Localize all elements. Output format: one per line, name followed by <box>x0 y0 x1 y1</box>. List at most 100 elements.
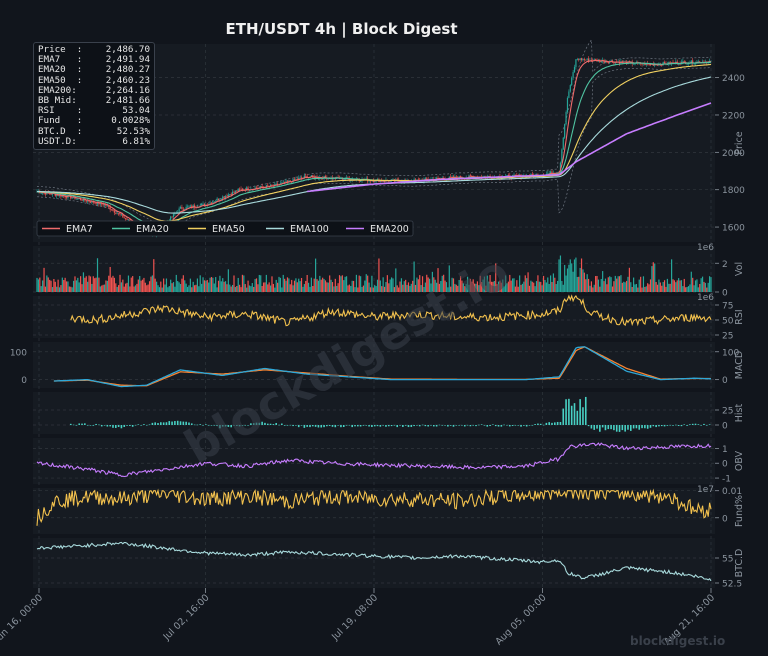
volume-bar <box>338 275 341 292</box>
volume-bar <box>590 281 592 292</box>
volume-bar <box>708 276 711 292</box>
price-candle <box>569 85 571 92</box>
macd-histogram-bar <box>331 425 334 427</box>
volume-bar <box>212 277 214 292</box>
volume-bar <box>103 284 106 292</box>
panel-hist-tick-label: 0 <box>722 422 728 432</box>
volume-bar <box>324 280 327 292</box>
macd-histogram-bar <box>357 425 359 427</box>
volume-bar <box>378 258 380 292</box>
macd-histogram-bar <box>92 425 95 426</box>
volume-bar <box>274 287 276 292</box>
macd-histogram-bar <box>587 425 590 427</box>
volume-bar <box>360 276 362 292</box>
macd-histogram-bar <box>340 425 342 428</box>
price-candle <box>126 218 128 220</box>
price-candle <box>109 207 111 210</box>
macd-histogram-bar <box>112 425 114 428</box>
volume-bar <box>298 278 300 292</box>
price-candle <box>125 218 127 219</box>
macd-histogram-bar <box>472 424 475 426</box>
volume-bar <box>386 275 388 292</box>
volume-bar <box>707 282 709 292</box>
volume-bar <box>352 280 355 292</box>
volume-bar <box>161 287 163 292</box>
volume-bar <box>165 278 168 292</box>
volume-bar <box>609 276 611 292</box>
macd-histogram-bar <box>368 425 370 427</box>
volume-bar <box>672 279 674 292</box>
volume-bar <box>312 285 314 292</box>
price-candle <box>81 200 83 201</box>
volume-bar <box>309 286 311 292</box>
macd-histogram-bar <box>463 425 466 427</box>
volume-bar <box>300 277 303 292</box>
volume-bar <box>91 283 93 292</box>
volume-bar <box>658 279 660 292</box>
macd-histogram-bar <box>697 424 700 425</box>
macd-histogram-bar <box>120 425 123 429</box>
macd-histogram-bar <box>447 425 449 427</box>
volume-bar <box>365 274 367 292</box>
price-candle <box>261 185 263 188</box>
volume-bar <box>521 283 524 292</box>
volume-bar <box>133 286 135 292</box>
volume-bar <box>112 275 114 292</box>
volume-bar <box>647 283 649 292</box>
volume-bar <box>78 282 80 292</box>
volume-bar <box>250 286 252 292</box>
macd-histogram-bar <box>486 425 489 427</box>
volume-bar <box>210 277 213 292</box>
price-candle <box>229 194 231 195</box>
volume-bar <box>557 280 559 292</box>
volume-bar <box>379 280 381 292</box>
volume-bar <box>123 286 125 292</box>
volume-bar <box>611 286 614 292</box>
price-candle <box>531 173 533 175</box>
volume-bar <box>649 279 652 292</box>
macd-histogram-bar <box>98 424 100 426</box>
volume-bar <box>357 287 359 292</box>
volume-bar <box>157 285 159 292</box>
macd-histogram-bar <box>362 425 365 426</box>
volume-bar <box>666 278 668 292</box>
macd-histogram-bar <box>497 425 500 427</box>
volume-bar <box>213 283 215 292</box>
macd-histogram-bar <box>162 422 165 425</box>
volume-bar <box>341 275 343 292</box>
volume-bar <box>549 275 552 292</box>
price-candle <box>573 66 576 73</box>
price-candle <box>77 198 79 200</box>
volume-bar <box>43 267 45 292</box>
volume-bar <box>655 281 657 292</box>
volume-bar <box>678 278 680 292</box>
price-candle <box>568 91 570 98</box>
volume-bar <box>704 282 706 292</box>
volume-bar <box>330 279 332 292</box>
macd-histogram-bar <box>126 425 128 426</box>
volume-bar <box>299 281 301 292</box>
volume-bar <box>406 284 408 292</box>
macd-histogram-bar <box>632 425 635 429</box>
volume-bar <box>559 255 562 292</box>
volume-bar <box>400 278 403 292</box>
volume-bar <box>520 284 522 292</box>
volume-bar <box>175 274 177 292</box>
volume-bar <box>227 269 229 292</box>
volume-bar <box>640 276 642 292</box>
volume-bar <box>224 281 227 292</box>
macd-histogram-bar <box>455 425 458 426</box>
volume-bar <box>582 269 584 292</box>
volume-bar <box>682 286 684 292</box>
volume-bar <box>281 287 283 292</box>
volume-bar <box>535 281 538 292</box>
legend-label-ema200: EMA200 <box>370 224 409 235</box>
volume-bar <box>148 281 151 292</box>
volume-bar <box>322 277 324 292</box>
volume-bar <box>683 278 685 292</box>
volume-bar <box>319 275 321 292</box>
macd-histogram-bar <box>145 424 148 426</box>
volume-bar <box>315 258 317 292</box>
macd-histogram-bar <box>607 425 610 430</box>
macd-histogram-bar <box>514 425 517 426</box>
